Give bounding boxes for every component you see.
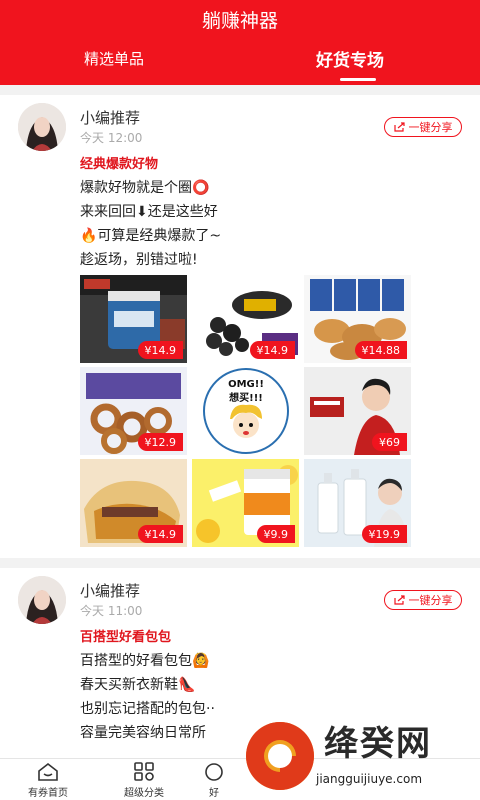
product-card[interactable]: ¥12.9 (80, 367, 187, 455)
nav-item-category[interactable]: 超级分类 (94, 759, 194, 800)
product-card[interactable]: ¥14.9 (80, 459, 187, 547)
post-time: 今天 12:00 (80, 131, 143, 145)
price-tag: ¥14.9 (249, 341, 295, 359)
price-tag: ¥14.88 (354, 341, 407, 359)
post-headline: 经典爆款好物 (80, 157, 159, 172)
share-icon (393, 122, 405, 132)
app-header: 躺赚神器 精选单品 好货专场 (0, 0, 480, 85)
tab-selected-items[interactable]: 精选单品 (84, 48, 144, 69)
nav-label: 好 (209, 788, 219, 799)
price-tag: ¥14.9 (137, 341, 183, 359)
nav-label: 有券首页 (28, 788, 68, 799)
share-label: 一键分享 (408, 594, 453, 607)
product-card[interactable]: ¥9.9 (192, 459, 299, 547)
post-text-line: 也别忘记搭配的包包·· (80, 701, 215, 717)
product-card[interactable]: OMG!! 想买!!! (192, 367, 299, 455)
post-text-line: 容量完美容纳日常所 (80, 725, 206, 741)
good-icon (205, 763, 223, 781)
home-icon (38, 762, 58, 781)
share-button[interactable]: 一键分享 (384, 590, 462, 610)
active-tab-indicator (340, 78, 376, 81)
omg-cartoon-image: OMG!! 想买!!! (192, 367, 299, 455)
watermark: 绛癸网 jiangguijiuye.com (240, 712, 480, 800)
post-card: 小编推荐 今天 12:00 一键分享 经典爆款好物 爆款好物就是个圈⭕ 来来回回… (0, 95, 480, 558)
post-text-line: 春天买新衣新鞋👠 (80, 677, 196, 693)
app-title: 躺赚神器 (201, 10, 278, 32)
post-text-line: 🔥可算是经典爆款了~ (80, 228, 222, 244)
product-card[interactable]: ¥14.9 (192, 275, 299, 363)
post-author: 小编推荐 (80, 582, 141, 600)
nav-item-good[interactable]: 好 (184, 759, 244, 800)
post-text-line: 爆款好物就是个圈⭕ (80, 180, 210, 196)
avatar[interactable] (18, 103, 66, 151)
category-icon (134, 762, 154, 781)
watermark-logo (246, 722, 314, 790)
post-time: 今天 11:00 (80, 604, 143, 618)
post-text-line: 来来回回⬇还是这些好 (80, 204, 218, 220)
svg-text:OMG!!: OMG!! (228, 379, 264, 390)
product-card[interactable]: ¥14.88 (304, 275, 411, 363)
avatar[interactable] (18, 576, 66, 624)
svg-text:想买!!!: 想买!!! (228, 391, 263, 404)
nav-item-home[interactable]: 有券首页 (0, 759, 98, 800)
nav-label: 超级分类 (124, 788, 164, 799)
price-tag: ¥69 (372, 433, 407, 451)
post-text-line: 百搭型的好看包包🙆 (80, 653, 210, 669)
watermark-text: 绛癸网 (324, 724, 432, 764)
post-headline: 百搭型好看包包 (80, 630, 172, 645)
post-author: 小编推荐 (80, 109, 141, 127)
product-card[interactable]: ¥69 (304, 367, 411, 455)
post-text-line: 趁返场，别错过啦! (80, 252, 198, 268)
product-card[interactable]: ¥14.9 (80, 275, 187, 363)
price-tag: ¥14.9 (137, 525, 183, 543)
price-tag: ¥12.9 (137, 433, 183, 451)
share-label: 一键分享 (408, 121, 453, 134)
price-tag: ¥9.9 (256, 525, 295, 543)
watermark-url: jiangguijiuye.com (316, 772, 423, 786)
tab-good-goods[interactable]: 好货专场 (316, 46, 384, 71)
product-card[interactable]: ¥19.9 (304, 459, 411, 547)
price-tag: ¥19.9 (361, 525, 407, 543)
share-button[interactable]: 一键分享 (384, 117, 462, 137)
share-icon (393, 595, 405, 605)
